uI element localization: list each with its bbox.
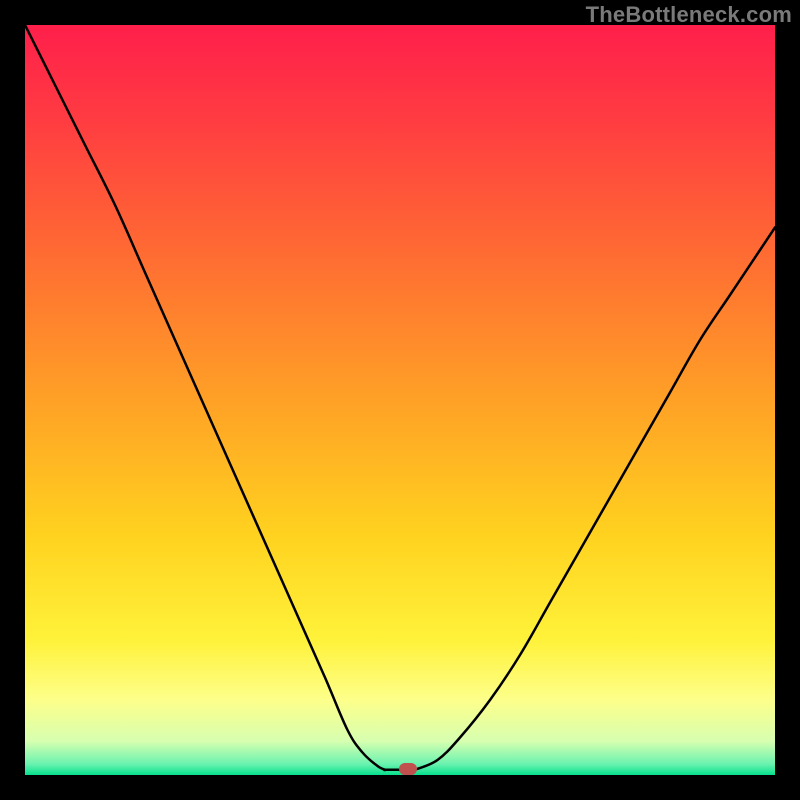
outer-frame: TheBottleneck.com xyxy=(0,0,800,800)
bottleneck-curve xyxy=(25,25,775,775)
watermark-text: TheBottleneck.com xyxy=(586,2,792,28)
plot-area xyxy=(25,25,775,775)
optimal-point-marker xyxy=(399,763,417,775)
